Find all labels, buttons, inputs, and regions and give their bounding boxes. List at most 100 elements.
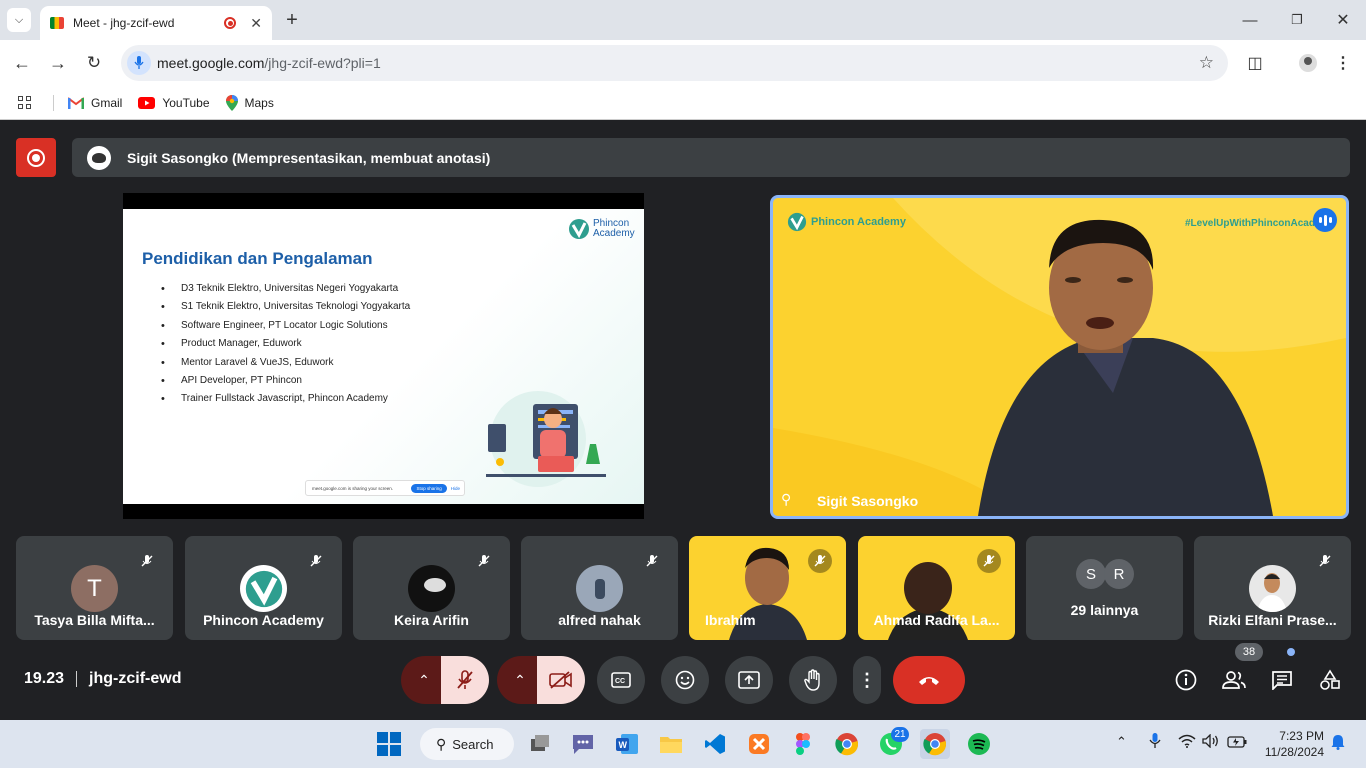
- apps-grid-icon[interactable]: [18, 96, 31, 109]
- reload-icon[interactable]: ↻: [82, 51, 106, 75]
- participant-tile[interactable]: Keira Arifin: [353, 536, 510, 640]
- list-item: S1 Teknik Elektro, Universitas Teknologi…: [161, 298, 410, 317]
- participant-name: Ibrahim: [705, 612, 756, 628]
- xampp-icon[interactable]: [744, 729, 774, 759]
- forward-icon[interactable]: →: [46, 51, 70, 75]
- captions-button[interactable]: CC: [597, 656, 645, 704]
- taskbar-search[interactable]: ⚲ Search: [420, 728, 514, 760]
- slide-list: D3 Teknik Elektro, Universitas Negeri Yo…: [161, 280, 410, 409]
- meeting-code: jhg-zcif-ewd: [89, 670, 182, 687]
- spotify-icon[interactable]: [964, 729, 994, 759]
- tray-mic-icon[interactable]: [1149, 732, 1161, 755]
- microphone-site-icon[interactable]: [127, 51, 151, 75]
- task-view-icon[interactable]: [525, 729, 555, 759]
- browser-menu-icon[interactable]: ⋮: [1333, 51, 1353, 75]
- file-explorer-icon[interactable]: [656, 729, 686, 759]
- minimize-icon[interactable]: —: [1240, 8, 1260, 32]
- close-tab-icon[interactable]: ✕: [250, 15, 262, 32]
- participant-count-badge: 38: [1235, 643, 1263, 661]
- more-participants-tile[interactable]: S R 29 lainnya: [1026, 536, 1183, 640]
- svg-text:W: W: [619, 740, 628, 750]
- activities-button[interactable]: [1314, 656, 1346, 704]
- new-tab-button[interactable]: +: [281, 8, 303, 32]
- bookmark-maps[interactable]: Maps: [225, 94, 274, 111]
- youtube-icon: [138, 96, 156, 109]
- participant-tile[interactable]: Ibrahim: [689, 536, 846, 640]
- close-window-icon[interactable]: ✕: [1333, 8, 1353, 32]
- participant-tile[interactable]: Rizki Elfani Prase...: [1194, 536, 1351, 640]
- share-notice-text: meet.google.com is sharing your screen.: [312, 485, 394, 491]
- brand-text: Phincon Academy: [811, 216, 906, 228]
- chat-button[interactable]: [1266, 656, 1298, 704]
- extensions-icon[interactable]: ◫: [1243, 51, 1267, 75]
- start-button[interactable]: [374, 729, 404, 759]
- reactions-button[interactable]: [661, 656, 709, 704]
- hang-up-icon: [919, 677, 939, 685]
- leave-call-button[interactable]: [893, 656, 965, 704]
- hide-button[interactable]: Hide: [451, 486, 460, 491]
- vscode-icon[interactable]: [700, 729, 730, 759]
- activities-shapes-icon: [1320, 669, 1340, 690]
- present-button[interactable]: [725, 656, 773, 704]
- emoji-icon: [675, 670, 695, 690]
- battery-icon[interactable]: [1227, 735, 1247, 753]
- recording-indicator-icon: [224, 17, 237, 29]
- bookmark-gmail[interactable]: Gmail: [68, 96, 122, 110]
- muted-mic-icon: [304, 549, 328, 573]
- bookmark-star-icon[interactable]: ☆: [1199, 53, 1214, 73]
- presenter-avatar: [87, 145, 111, 170]
- tray-overflow-icon[interactable]: ⌃: [1116, 734, 1127, 750]
- participant-tile[interactable]: alfred nahak: [521, 536, 678, 640]
- notification-bell-icon[interactable]: [1331, 734, 1345, 755]
- bookmark-youtube[interactable]: YouTube: [138, 96, 210, 110]
- recording-button[interactable]: [16, 138, 56, 177]
- captions-icon: CC: [611, 672, 631, 688]
- shared-screen[interactable]: Phincon Academy Pendidikan dan Pengalama…: [123, 193, 644, 519]
- avatar: [240, 565, 287, 612]
- camera-toggle-button[interactable]: [537, 656, 585, 704]
- teams-chat-icon[interactable]: [568, 729, 598, 759]
- profile-avatar[interactable]: [1299, 54, 1317, 72]
- url-domain: meet.google.com: [157, 55, 265, 71]
- clock-time: 7:23 PM: [1279, 729, 1324, 743]
- meeting-details-button[interactable]: [1170, 656, 1202, 704]
- address-bar[interactable]: meet.google.com/jhg-zcif-ewd?pli=1 ☆: [121, 45, 1228, 81]
- chrome-active-icon[interactable]: [920, 729, 950, 759]
- back-icon[interactable]: ←: [10, 51, 34, 75]
- speaker-brand: Phincon Academy: [787, 212, 906, 232]
- chrome-icon[interactable]: [832, 729, 862, 759]
- muted-mic-icon: [1313, 549, 1337, 573]
- info-icon: [1175, 669, 1197, 691]
- muted-mic-icon: [135, 549, 159, 573]
- more-avatar: R: [1104, 559, 1134, 589]
- restore-icon[interactable]: ❐: [1287, 8, 1307, 32]
- share-notice-bar: meet.google.com is sharing your screen. …: [305, 480, 465, 496]
- tab-title: Meet - jhg-zcif-ewd: [73, 16, 175, 30]
- browser-tab-bar: ⌵ Meet - jhg-zcif-ewd ✕ + — ❐ ✕: [0, 0, 1366, 40]
- speaker-tile[interactable]: Phincon Academy #LevelUpWithPhinconAcade…: [770, 195, 1349, 519]
- volume-icon[interactable]: [1202, 733, 1220, 753]
- clock-date: 11/28/2024: [1264, 745, 1324, 759]
- list-item: D3 Teknik Elektro, Universitas Negeri Yo…: [161, 280, 410, 299]
- bookmark-label: Gmail: [91, 95, 123, 110]
- participant-tile[interactable]: Ahmad Radifa La...: [858, 536, 1015, 640]
- windows-logo-icon: [377, 732, 401, 756]
- participant-name: Rizki Elfani Prase...: [1208, 612, 1337, 628]
- stop-sharing-button[interactable]: Stop sharing: [411, 483, 447, 493]
- participant-tile[interactable]: T Tasya Billa Mifta...: [16, 536, 173, 640]
- participant-tile[interactable]: Phincon Academy: [185, 536, 342, 640]
- people-button[interactable]: [1218, 656, 1250, 704]
- muted-mic-icon: [977, 549, 1001, 573]
- figma-icon[interactable]: [788, 729, 818, 759]
- more-options-button[interactable]: ⋮: [853, 656, 881, 704]
- participant-name: Tasya Billa Mifta...: [34, 612, 155, 628]
- pin-icon[interactable]: ⚲: [781, 491, 791, 508]
- raise-hand-button[interactable]: [789, 656, 837, 704]
- wifi-icon[interactable]: [1178, 734, 1196, 753]
- clock[interactable]: 7:23 PM 11/28/2024: [1258, 728, 1324, 760]
- tab-search-button[interactable]: ⌵: [7, 8, 31, 32]
- chat-icon: [1272, 671, 1292, 690]
- browser-tab[interactable]: Meet - jhg-zcif-ewd ✕: [40, 6, 272, 40]
- word-icon[interactable]: W: [612, 729, 642, 759]
- mic-toggle-button[interactable]: [441, 656, 489, 704]
